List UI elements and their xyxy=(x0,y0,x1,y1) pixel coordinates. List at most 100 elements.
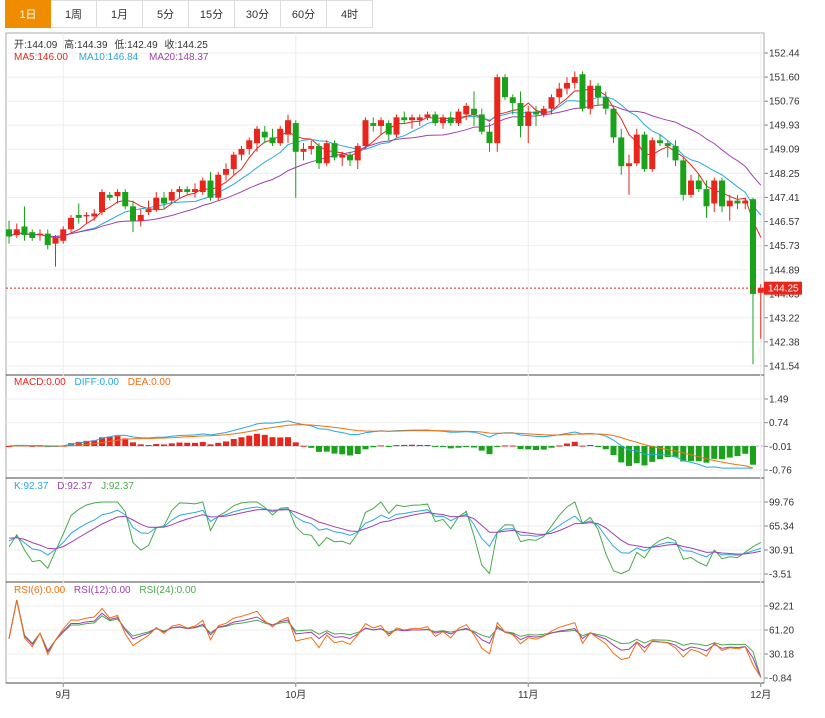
candle-body xyxy=(393,117,400,135)
last-price-tag: 144.25 xyxy=(6,281,802,295)
macd-bar xyxy=(564,443,570,447)
y-tick-label: 152.44 xyxy=(769,49,800,60)
y-tick-label: 65.34 xyxy=(769,521,794,532)
candle-body xyxy=(223,169,229,175)
candle-body xyxy=(254,128,260,144)
macd-bar xyxy=(595,446,601,448)
candle-body xyxy=(215,174,222,198)
x-axis-ticks: 9月 10月 11月 12月 xyxy=(55,683,771,701)
macd-header: MACD:0.00 DIFF:0.00 DEA:0.00 xyxy=(14,377,171,388)
candle-body xyxy=(432,114,439,124)
candle-body xyxy=(618,137,625,167)
y-axis-ticks: 152.44 151.60 150.76 149.93 149.09 148.25 147.… xyxy=(764,49,800,685)
ma20-line xyxy=(8,103,762,238)
k-line xyxy=(8,506,761,558)
macd-bar xyxy=(192,442,198,447)
candle-body xyxy=(688,180,694,195)
macd-bar xyxy=(331,446,338,454)
macd-bar xyxy=(649,446,656,462)
macd-bar xyxy=(711,446,718,459)
macd-bar xyxy=(548,446,555,448)
candle-body xyxy=(199,180,206,192)
y-tick-label: 99.76 xyxy=(769,498,794,509)
candle-body xyxy=(680,160,687,195)
candle-body xyxy=(695,180,702,190)
y-tick-label: 92.21 xyxy=(769,602,794,613)
macd-bar xyxy=(130,442,136,447)
macd-bar xyxy=(339,446,346,455)
macd-bar xyxy=(347,446,353,456)
candle-body xyxy=(672,146,679,161)
y-tick-label: 143.22 xyxy=(769,313,800,324)
macd-bar xyxy=(610,446,617,456)
candle-body xyxy=(509,97,516,103)
candle-body xyxy=(409,117,415,121)
x-tick-label: 11月 xyxy=(518,689,538,701)
last-price-label: 144.25 xyxy=(768,284,799,295)
macd-bar xyxy=(734,446,741,457)
macd-bar xyxy=(742,446,749,454)
macd-bar xyxy=(145,445,152,447)
macd-panel xyxy=(6,420,764,469)
macd-bar xyxy=(478,446,485,451)
candle-body xyxy=(184,189,191,192)
candle-body xyxy=(416,117,423,121)
candle-body xyxy=(540,108,547,115)
candle-body xyxy=(21,226,28,236)
candle-body xyxy=(378,120,384,126)
y-tick-label: 30.18 xyxy=(769,649,794,660)
macd-bar xyxy=(184,442,191,447)
candle-body xyxy=(44,233,51,246)
macd-bar xyxy=(517,446,524,450)
macd-bar xyxy=(695,446,702,462)
kdj-header: K:92.37 D:92.37 J:92.37 xyxy=(14,481,134,492)
y-tick-label: 149.09 xyxy=(769,145,800,156)
candle-body xyxy=(122,191,129,207)
macd-bar xyxy=(579,445,586,447)
macd-bar xyxy=(114,436,121,447)
candle-body xyxy=(168,191,175,201)
macd-bar xyxy=(587,444,594,447)
candle-body xyxy=(323,143,330,164)
candle-body xyxy=(130,206,136,221)
macd-bar xyxy=(354,446,361,455)
y-tick-label: 144.89 xyxy=(769,265,800,276)
candle-body xyxy=(99,191,105,213)
stock-chart: 152.44 151.60 150.76 149.93 149.09 148.25 147.… xyxy=(5,32,802,701)
ma10-line xyxy=(8,96,762,238)
candle-body xyxy=(548,97,555,109)
candle-body xyxy=(106,194,113,198)
macd-bar xyxy=(409,444,415,447)
macd-bar xyxy=(153,444,160,447)
candle-body xyxy=(6,229,12,237)
candle-body xyxy=(633,134,640,164)
y-tick-label: 151.60 xyxy=(769,73,800,84)
candle-body xyxy=(339,154,346,158)
candle-body xyxy=(726,200,733,207)
candle-body xyxy=(664,143,671,147)
candle-body xyxy=(37,233,43,236)
candle-body xyxy=(424,114,431,118)
macd-bar xyxy=(316,446,322,452)
candle-body xyxy=(331,143,338,158)
macd-bar xyxy=(261,434,268,447)
rsi12-line xyxy=(8,599,762,678)
candle-body xyxy=(292,123,299,152)
macd-bar xyxy=(641,446,648,466)
candle-body xyxy=(595,85,601,98)
candle-body xyxy=(300,148,307,152)
rsi24-line xyxy=(8,599,762,678)
candle-body xyxy=(238,148,245,155)
candle-body xyxy=(587,85,594,109)
candle-body xyxy=(192,189,198,192)
candle-body xyxy=(354,146,361,161)
y-tick-label: 150.76 xyxy=(769,97,800,108)
x-tick-label: 9月 xyxy=(55,689,71,701)
candle-body xyxy=(13,229,20,236)
macd-bar xyxy=(137,444,144,447)
macd-bar xyxy=(525,446,532,450)
y-tick-label: 61.20 xyxy=(769,625,794,636)
macd-bar xyxy=(176,442,183,447)
candle-body xyxy=(711,180,718,204)
macd-bar xyxy=(378,445,384,447)
